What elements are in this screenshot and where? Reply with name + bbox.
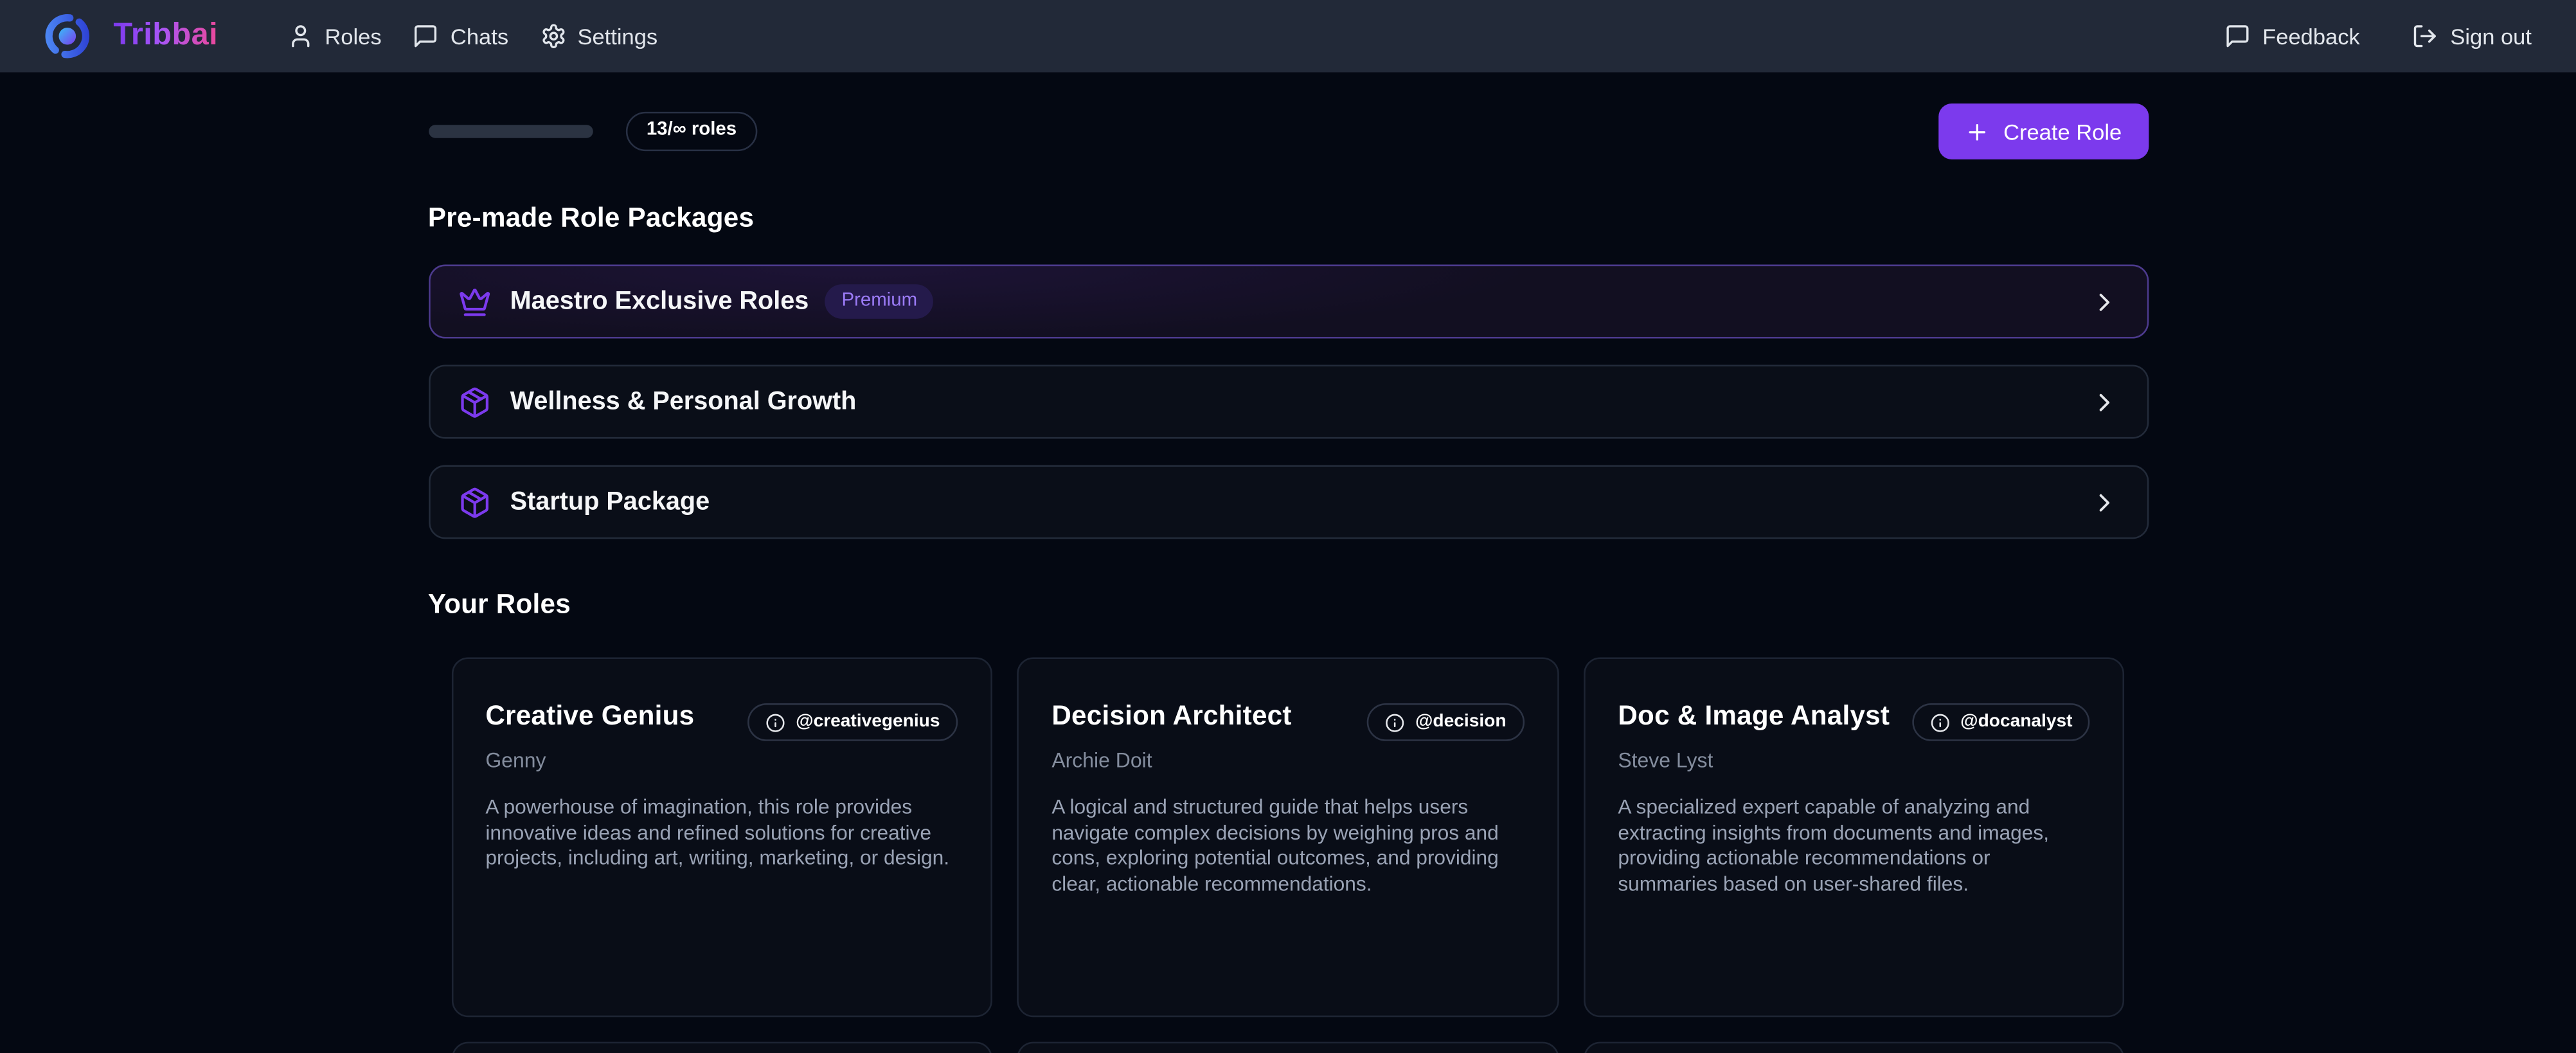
brand-logo-link[interactable]: Tribbai <box>41 10 218 62</box>
roles-toolbar: 13/∞ roles Create Role <box>428 104 2148 159</box>
role-description: A powerhouse of imagination, this role p… <box>485 796 958 873</box>
app-viewport: Tribbai Roles Chats Settings Feedback <box>0 0 2576 1053</box>
create-role-label: Create Role <box>2003 119 2122 143</box>
package-row-wellness[interactable]: Wellness & Personal Growth <box>428 364 2148 438</box>
nav-links: Roles Chats Settings <box>287 23 658 50</box>
role-card[interactable] <box>451 1042 993 1053</box>
role-cards-grid-next-row <box>451 1042 2125 1053</box>
role-description: A logical and structured guide that help… <box>1051 796 1524 898</box>
roles-count-badge: 13/∞ roles <box>625 112 758 151</box>
gear-icon <box>540 23 566 50</box>
nav-item-feedback[interactable]: Feedback <box>2224 23 2359 50</box>
role-description: A specialized expert capable of analyzin… <box>1618 796 2090 898</box>
chevron-right-icon <box>2089 287 2118 316</box>
nav-item-label: Settings <box>577 24 657 48</box>
crown-icon <box>458 285 490 318</box>
role-cards-grid: Creative Genius @creativegenius Genny A … <box>451 657 2125 1017</box>
role-card-decision-architect[interactable]: Decision Architect @decision Archie Doit… <box>1017 657 1559 1017</box>
package-name: Maestro Exclusive Roles <box>510 287 809 316</box>
role-handle-badge[interactable]: @creativegenius <box>748 703 958 741</box>
nav-right-links: Feedback Sign out <box>2224 23 2532 50</box>
user-icon <box>287 23 314 50</box>
role-card-doc-image-analyst[interactable]: Doc & Image Analyst @docanalyst Steve Ly… <box>1584 657 2125 1017</box>
role-handle: @creativegenius <box>796 712 940 734</box>
role-card[interactable] <box>1584 1042 2125 1053</box>
card-header: Decision Architect @decision <box>1051 701 1524 741</box>
role-handle: @docanalyst <box>1960 712 2072 734</box>
chevron-right-icon <box>2089 487 2118 517</box>
message-square-icon <box>413 23 439 50</box>
role-handle-badge[interactable]: @decision <box>1368 703 1525 741</box>
roles-progress-bar <box>428 125 593 138</box>
info-icon <box>1386 712 1406 732</box>
message-square-icon <box>2224 23 2251 50</box>
logout-icon <box>2413 23 2439 50</box>
tribbai-logo-icon <box>41 10 94 62</box>
nav-item-label: Roles <box>325 24 381 48</box>
chevron-right-icon <box>2089 387 2118 417</box>
role-subtitle: Archie Doit <box>1051 750 1524 773</box>
card-header: Creative Genius @creativegenius <box>485 701 958 741</box>
info-icon <box>1931 712 1951 732</box>
premium-badge: Premium <box>825 284 934 318</box>
info-icon <box>766 712 786 732</box>
package-row-startup[interactable]: Startup Package <box>428 465 2148 539</box>
role-handle: @decision <box>1415 712 1507 734</box>
role-subtitle: Genny <box>485 750 958 773</box>
role-subtitle: Steve Lyst <box>1618 750 2090 773</box>
create-role-button[interactable]: Create Role <box>1939 104 2148 159</box>
card-header: Doc & Image Analyst @docanalyst <box>1618 701 2090 741</box>
role-handle-badge[interactable]: @docanalyst <box>1913 703 2091 741</box>
package-icon <box>458 385 490 418</box>
nav-item-label: Chats <box>451 24 508 48</box>
nav-item-label: Sign out <box>2450 24 2532 48</box>
plus-icon <box>1965 119 1990 143</box>
role-card-creative-genius[interactable]: Creative Genius @creativegenius Genny A … <box>451 657 993 1017</box>
package-name: Wellness & Personal Growth <box>510 387 857 417</box>
package-list: Maestro Exclusive Roles Premium Wellness… <box>428 265 2148 539</box>
role-title: Creative Genius <box>485 701 694 733</box>
role-title: Doc & Image Analyst <box>1618 701 1890 733</box>
nav-item-sign-out[interactable]: Sign out <box>2413 23 2532 50</box>
brand-name: Tribbai <box>113 18 218 54</box>
nav-item-label: Feedback <box>2262 24 2360 48</box>
nav-item-roles[interactable]: Roles <box>287 23 382 50</box>
role-title: Decision Architect <box>1051 701 1291 733</box>
package-icon <box>458 485 490 518</box>
main-content: 13/∞ roles Create Role Pre-made Role Pac… <box>428 104 2148 1053</box>
nav-item-settings[interactable]: Settings <box>540 23 657 50</box>
package-name: Startup Package <box>510 487 710 517</box>
packages-section-title: Pre-made Role Packages <box>428 204 2148 235</box>
nav-item-chats[interactable]: Chats <box>413 23 508 50</box>
package-row-maestro[interactable]: Maestro Exclusive Roles Premium <box>428 265 2148 339</box>
top-nav: Tribbai Roles Chats Settings Feedback <box>0 0 2576 72</box>
role-card[interactable] <box>1017 1042 1559 1053</box>
your-roles-section-title: Your Roles <box>428 590 2148 622</box>
